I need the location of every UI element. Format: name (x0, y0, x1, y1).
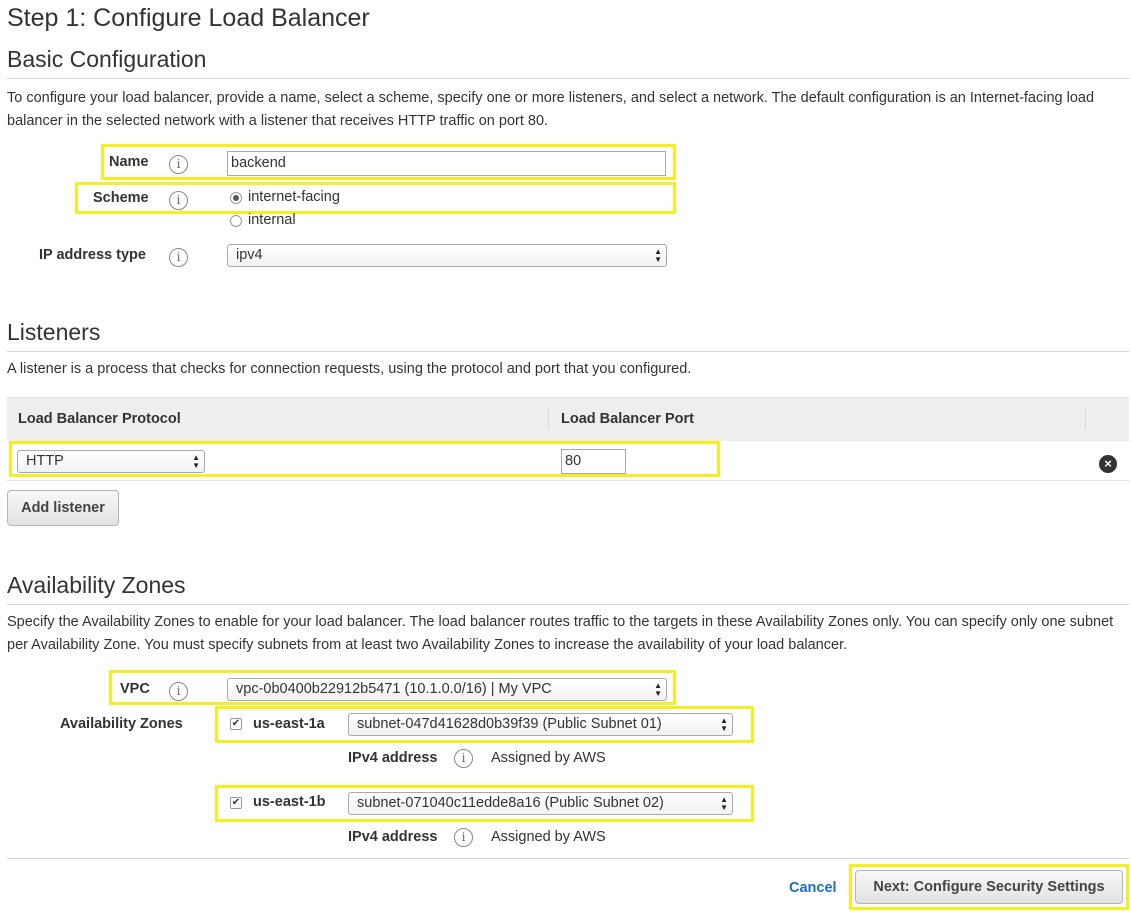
scheme-internet-facing-radio[interactable] (230, 192, 242, 204)
ipv4-address-value: Assigned by AWS (491, 750, 606, 766)
subnet-value: subnet-071040c11edde8a16 (Public Subnet … (357, 795, 664, 811)
zone-name: us-east-1b (253, 794, 326, 810)
next-configure-security-settings-button[interactable]: Next: Configure Security Settings (855, 870, 1123, 904)
vpc-select[interactable]: vpc-0b0400b22912b5471 (10.1.0.0/16) | My… (227, 678, 667, 701)
cancel-link[interactable]: Cancel (789, 880, 837, 896)
updown-arrows-icon: ▲ ▼ (720, 795, 728, 812)
listener-protocol-value: HTTP (26, 453, 64, 469)
column-header-port: Load Balancer Port (561, 411, 694, 427)
listener-port-input[interactable]: 80 (561, 449, 626, 474)
updown-arrows-icon: ▲ ▼ (720, 716, 728, 733)
zone-us-east-1a-subnet-select[interactable]: subnet-047d41628d0b39f39 (Public Subnet … (348, 713, 733, 736)
info-icon[interactable]: i (454, 828, 473, 847)
info-icon[interactable]: i (169, 155, 188, 174)
availability-zones-description: Specify the Availability Zones to enable… (7, 614, 1114, 653)
name-input[interactable]: backend (227, 151, 666, 176)
listeners-heading: Listeners (7, 319, 101, 345)
info-icon[interactable]: i (169, 191, 188, 210)
page-title: Step 1: Configure Load Balancer (7, 4, 370, 32)
updown-arrows-icon: ▲ ▼ (654, 681, 662, 698)
listeners-description: A listener is a process that checks for … (7, 361, 692, 377)
scheme-label: Scheme (93, 190, 149, 206)
zone-us-east-1b-checkbox[interactable]: ✔ (230, 797, 242, 809)
name-label: Name (109, 154, 149, 170)
section-divider (7, 351, 1129, 352)
column-divider (1085, 408, 1086, 430)
zone-name: us-east-1a (253, 716, 325, 732)
updown-arrows-icon: ▲ ▼ (654, 247, 662, 264)
zone-us-east-1b-subnet-select[interactable]: subnet-071040c11edde8a16 (Public Subnet … (348, 792, 733, 815)
info-icon[interactable]: i (454, 749, 473, 768)
remove-circle-icon[interactable]: × (1099, 455, 1117, 473)
ip-address-type-value: ipv4 (236, 247, 263, 263)
scheme-option-label: internal (248, 212, 296, 228)
scheme-internal-radio[interactable] (230, 215, 242, 227)
ip-address-type-label: IP address type (39, 247, 146, 263)
add-listener-button[interactable]: Add listener (7, 490, 119, 526)
footer-divider (7, 858, 1129, 859)
section-divider (7, 78, 1129, 79)
info-icon[interactable]: i (169, 682, 188, 701)
table-row-divider (7, 480, 1129, 481)
basic-config-description: To configure your load balancer, provide… (7, 90, 1095, 129)
vpc-label: VPC (120, 681, 150, 697)
subnet-value: subnet-047d41628d0b39f39 (Public Subnet … (357, 716, 662, 732)
updown-arrows-icon: ▲ ▼ (192, 453, 200, 470)
zone-us-east-1a-checkbox[interactable]: ✔ (230, 718, 242, 730)
ip-address-type-select[interactable]: ipv4 ▲ ▼ (227, 244, 667, 267)
basic-config-heading: Basic Configuration (7, 46, 207, 72)
availability-zones-heading: Availability Zones (7, 572, 186, 598)
column-header-protocol: Load Balancer Protocol (18, 411, 181, 427)
availability-zones-label: Availability Zones (60, 716, 183, 732)
ipv4-address-label: IPv4 address (348, 750, 438, 766)
scheme-row-highlight (75, 182, 676, 214)
ipv4-address-value: Assigned by AWS (491, 829, 606, 845)
vpc-value: vpc-0b0400b22912b5471 (10.1.0.0/16) | My… (236, 681, 552, 697)
info-icon[interactable]: i (169, 248, 188, 267)
section-divider (7, 604, 1129, 605)
column-divider (548, 408, 549, 430)
listener-protocol-select[interactable]: HTTP ▲ ▼ (17, 450, 205, 473)
ipv4-address-label: IPv4 address (348, 829, 438, 845)
scheme-option-label: internet-facing (248, 189, 340, 205)
